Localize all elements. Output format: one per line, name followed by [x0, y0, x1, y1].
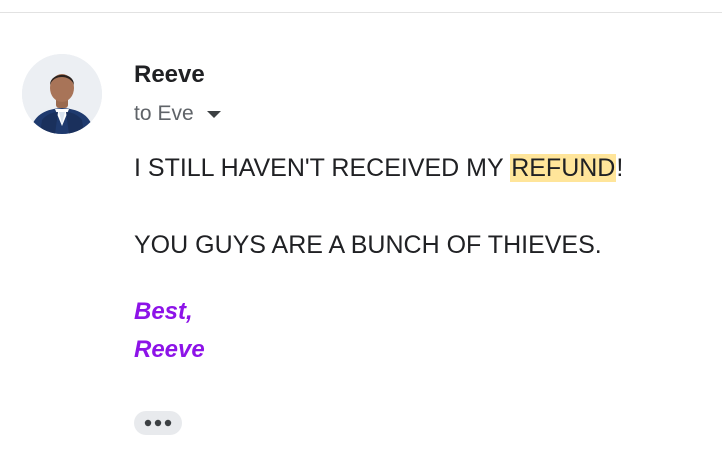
signature: Best, Reeve [134, 293, 205, 369]
signature-closing: Best, [134, 298, 193, 325]
message-line-2: YOU GUYS ARE A BUNCH OF THIEVES. [134, 231, 602, 259]
recipient-name: Eve [157, 102, 194, 125]
sender-name: Reeve [134, 61, 205, 88]
signature-name: Reeve [134, 336, 205, 363]
message-line-1: I STILL HAVEN'T RECEIVED MY REFUND! [134, 152, 623, 184]
divider [0, 12, 722, 13]
recipient-details-toggle[interactable]: to Eve [134, 99, 222, 129]
message-line-1-before: I STILL HAVEN'T RECEIVED MY [134, 154, 504, 182]
recipient-summary: to Eve [134, 102, 194, 126]
email-view: Reeve to Eve I STILL HAVEN'T RECEIVED MY… [0, 0, 722, 464]
more-horiz-icon [144, 419, 172, 427]
profile-photo-icon [22, 54, 102, 134]
sender-avatar[interactable] [22, 54, 102, 134]
show-trimmed-content-button[interactable] [134, 411, 182, 435]
message-line-1-after: ! [616, 154, 624, 182]
recipient-prefix: to [134, 102, 152, 125]
chevron-down-icon[interactable] [206, 110, 222, 120]
highlighted-keyword: REFUND [510, 154, 617, 182]
